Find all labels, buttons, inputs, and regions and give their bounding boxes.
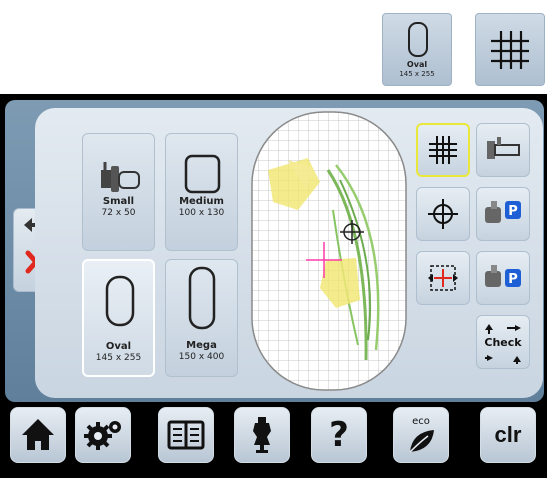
legend-oval-size: 145 x 255	[399, 70, 435, 78]
move-to-center-button[interactable]	[416, 251, 470, 305]
hoop-medium-button[interactable]: Medium 100 x 130	[165, 133, 238, 251]
grid-toggle-button[interactable]	[416, 123, 470, 177]
dress-form-icon	[253, 417, 271, 453]
hoop-oval-label: Oval	[105, 341, 132, 352]
center-crosshair-button[interactable]	[416, 187, 470, 241]
eco-button[interactable]: eco	[393, 407, 449, 463]
crosshair-icon	[428, 199, 458, 229]
home-button[interactable]	[10, 407, 66, 463]
hoop-medium-size: 100 x 130	[178, 208, 225, 218]
hoop-selection-panel: Small 72 x 50 Medium 100 x 130 Oval 145 …	[5, 100, 544, 402]
hoop-small-label: Small	[102, 196, 135, 207]
grid-icon	[429, 136, 457, 164]
oval-hoop-icon	[105, 275, 135, 327]
small-hoop-icon	[101, 162, 140, 192]
hoop-oval-size: 145 x 255	[95, 353, 142, 363]
check-label: Check	[484, 336, 522, 349]
gears-icon	[84, 421, 121, 450]
hoop-mega-button[interactable]: Mega 150 x 400	[165, 259, 238, 377]
book-icon	[167, 420, 205, 450]
hoop-mega-size: 150 x 400	[178, 352, 225, 362]
help-button[interactable]: ?	[311, 407, 367, 463]
medium-hoop-icon	[184, 154, 221, 194]
creative-consultant-button[interactable]	[234, 407, 290, 463]
legend-grid	[475, 13, 545, 86]
hoop-attach-icon	[487, 137, 520, 159]
hoop-attach-button[interactable]	[476, 123, 530, 177]
check-size-button[interactable]: Check	[476, 315, 530, 369]
machine-screen: Small 72 x 50 Medium 100 x 130 Oval 145 …	[0, 94, 547, 478]
hoop-medium-label: Medium	[179, 196, 224, 207]
p-badge: P	[508, 204, 518, 219]
hoop-mega-label: Mega	[186, 340, 217, 351]
grid-icon	[491, 30, 529, 69]
clear-button[interactable]: clr	[480, 407, 536, 463]
park-position-button[interactable]: P	[476, 187, 530, 241]
setup-button[interactable]	[75, 407, 131, 463]
home-icon	[22, 419, 54, 450]
mega-hoop-icon	[188, 266, 216, 330]
hoop-small-button[interactable]: Small 72 x 50	[82, 133, 155, 251]
content-area: Small 72 x 50 Medium 100 x 130 Oval 145 …	[35, 108, 543, 398]
park-position-icon: P	[485, 201, 521, 223]
p-badge: P	[508, 272, 518, 287]
hoop-small-size: 72 x 50	[101, 208, 136, 218]
leaf-icon	[409, 430, 434, 453]
legend-oval-label: Oval	[406, 60, 428, 69]
legend-oval-hoop: Oval 145 x 255	[382, 13, 452, 86]
park-position-button-2[interactable]: P	[476, 251, 530, 305]
move-center-icon	[428, 265, 458, 291]
clear-label: clr	[494, 422, 522, 447]
help-icon: ?	[329, 415, 349, 455]
park-position-icon: P	[485, 265, 521, 287]
embroidery-preview	[248, 110, 410, 392]
tutorial-button[interactable]	[158, 407, 214, 463]
oval-hoop-preview	[251, 111, 407, 391]
hoop-oval-button[interactable]: Oval 145 x 255	[82, 259, 155, 377]
